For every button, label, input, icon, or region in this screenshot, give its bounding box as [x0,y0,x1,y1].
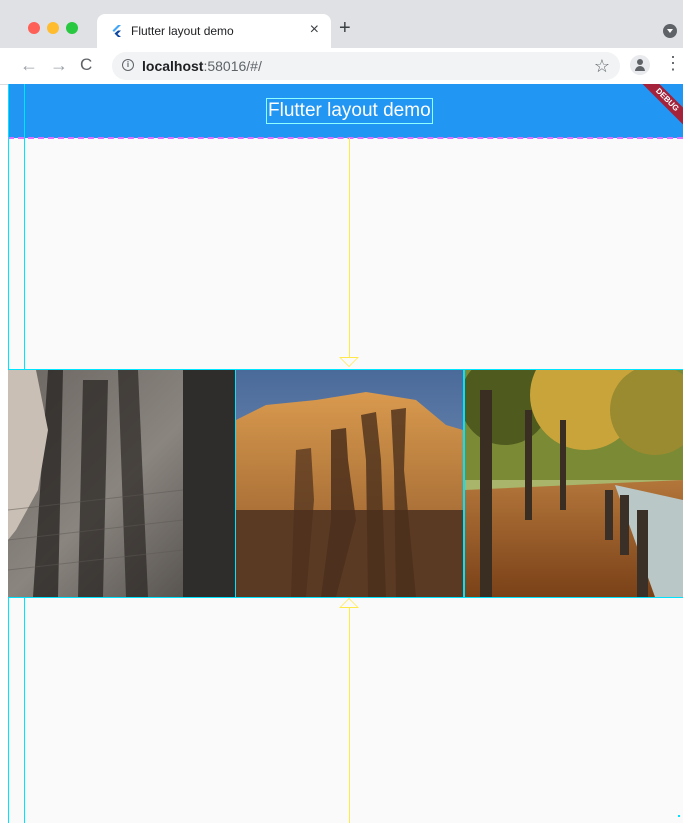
profile-icon[interactable] [630,55,650,75]
app-bar-baseline [8,137,683,139]
debug-banner: DEBUG [637,84,683,130]
address-bar[interactable]: i localhost:58016/#/ ☆ [112,52,620,80]
image-autumn-river-path [464,369,683,598]
close-window-button[interactable] [28,22,40,34]
app-bar: Flutter layout demo DEBUG [8,84,683,139]
browser-toolbar: ← → C i localhost:58016/#/ ☆ [0,48,683,85]
star-icon[interactable]: ☆ [594,56,610,77]
image-shadows-on-rock [235,369,464,598]
info-icon[interactable]: i [122,59,134,71]
tab-close-button[interactable]: × [310,21,319,39]
back-button[interactable]: ← [20,54,38,76]
spacing-arrow-down [339,357,359,367]
url-text[interactable]: localhost:58016/#/ [142,58,262,74]
maximize-window-button[interactable] [66,22,78,34]
forward-button[interactable]: → [50,54,68,76]
center-guide-bottom [349,602,350,823]
app-bar-title: Flutter layout demo [266,98,433,124]
browser-titlebar: Flutter layout demo × + [0,0,683,48]
url-path: :58016/#/ [203,58,262,74]
flutter-logo-icon [112,25,121,37]
flutter-app: Flutter layout demo DEBUG [8,84,683,823]
image-shadows-on-pavement [8,369,236,598]
browser-tab[interactable]: Flutter layout demo × [97,14,331,48]
new-tab-button[interactable]: + [339,18,351,38]
kebab-menu-icon[interactable]: ⋮ [664,53,682,74]
url-host: localhost [142,58,204,74]
corner-marker [678,815,680,817]
center-guide-top [349,138,350,360]
tab-title: Flutter layout demo [131,24,234,38]
reload-button[interactable]: C [80,54,92,76]
spacing-arrow-up [339,598,359,608]
minimize-window-button[interactable] [47,22,59,34]
tab-search-icon[interactable] [663,24,677,38]
